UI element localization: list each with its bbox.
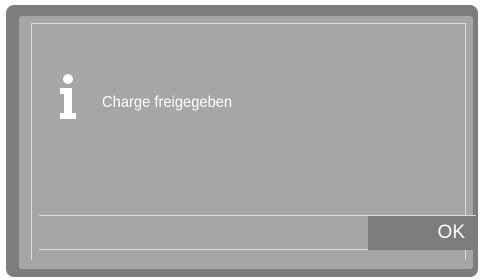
dialog-message: Charge freigegeben — [102, 94, 233, 111]
divider-bottom — [39, 249, 379, 250]
info-icon — [60, 74, 76, 119]
ok-button[interactable]: OK — [368, 216, 475, 250]
device-bezel: Charge freigegeben OK — [0, 0, 480, 280]
display-screen: Charge freigegeben OK — [6, 5, 478, 277]
dialog-panel: Charge freigegeben OK — [19, 16, 476, 269]
